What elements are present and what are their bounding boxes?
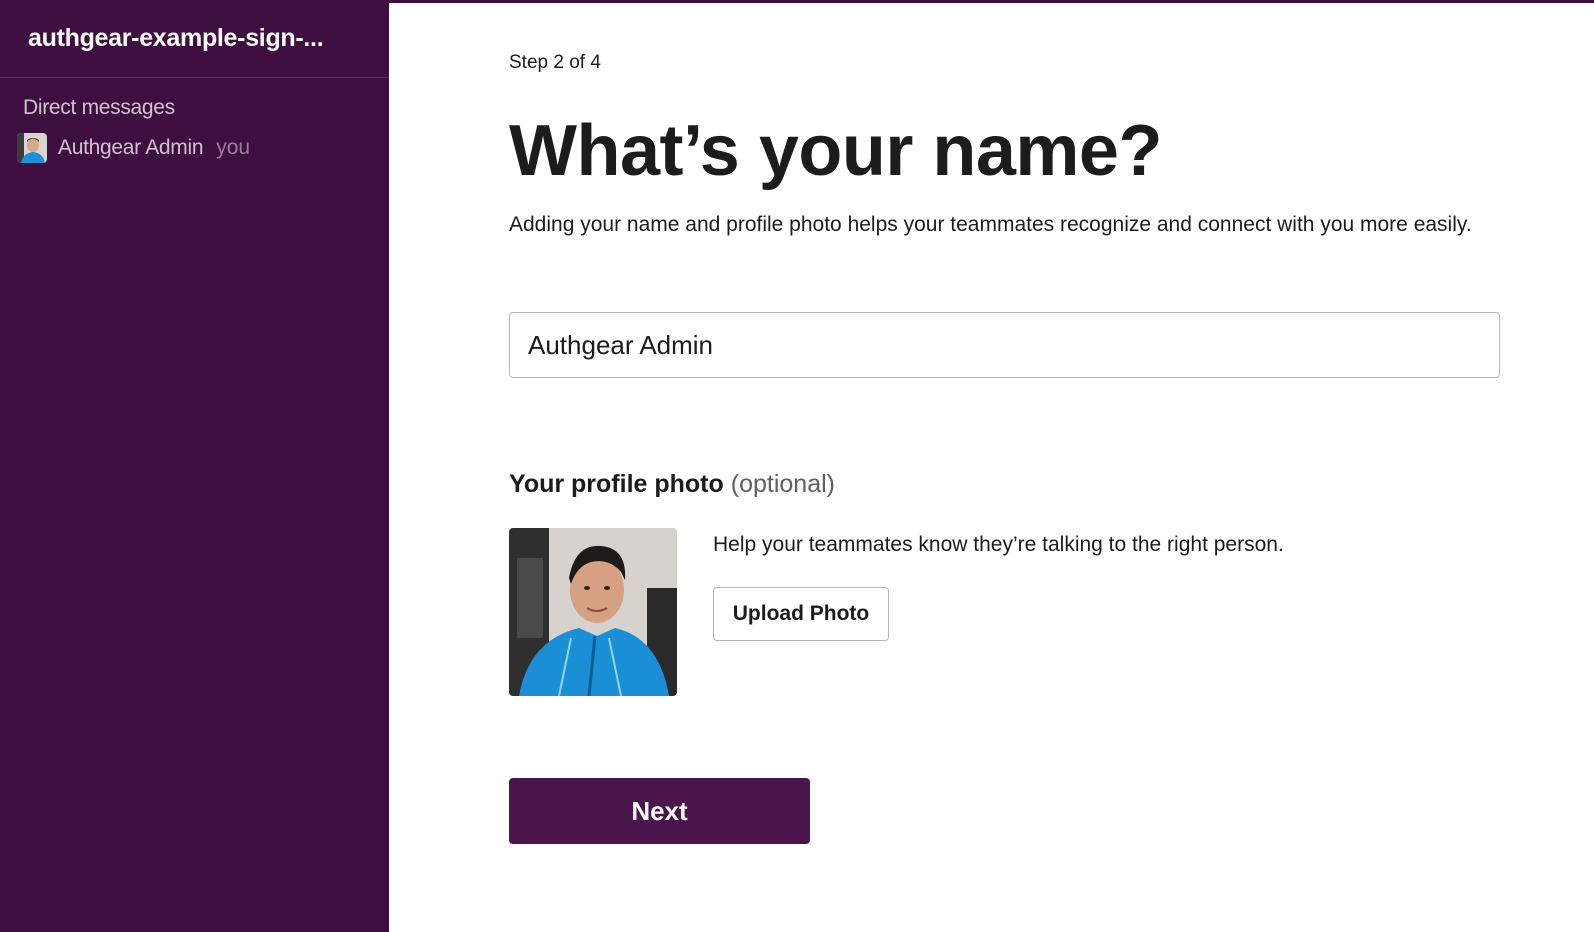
avatar bbox=[17, 133, 47, 163]
step-indicator: Step 2 of 4 bbox=[509, 52, 601, 73]
next-button[interactable]: Next bbox=[509, 778, 810, 844]
app-window: authgear-example-sign-... Direct message… bbox=[0, 0, 1594, 932]
page-description: Adding your name and profile photo helps… bbox=[509, 213, 1472, 236]
profile-photo bbox=[509, 528, 677, 696]
page-title: What’s your name? bbox=[509, 111, 1162, 191]
profile-photo-heading-label: Your profile photo bbox=[509, 470, 724, 498]
profile-photo-help-text: Help your teammates know they’re talking… bbox=[713, 533, 1284, 556]
dm-item-you-label: you bbox=[216, 136, 251, 159]
upload-photo-button[interactable]: Upload Photo bbox=[713, 587, 889, 641]
profile-photo-heading: Your profile photo (optional) bbox=[509, 470, 835, 499]
workspace-name[interactable]: authgear-example-sign-... bbox=[28, 24, 323, 53]
workspace-header[interactable]: authgear-example-sign-... bbox=[0, 0, 389, 78]
optional-label: (optional) bbox=[730, 470, 835, 498]
direct-messages-heading[interactable]: Direct messages bbox=[0, 96, 389, 120]
name-input[interactable] bbox=[509, 312, 1500, 378]
dm-item-authgear-admin[interactable]: Authgear Admin you bbox=[0, 132, 389, 164]
sidebar: authgear-example-sign-... Direct message… bbox=[0, 0, 389, 932]
top-border bbox=[388, 0, 1594, 3]
dm-item-name: Authgear Admin bbox=[58, 136, 204, 159]
